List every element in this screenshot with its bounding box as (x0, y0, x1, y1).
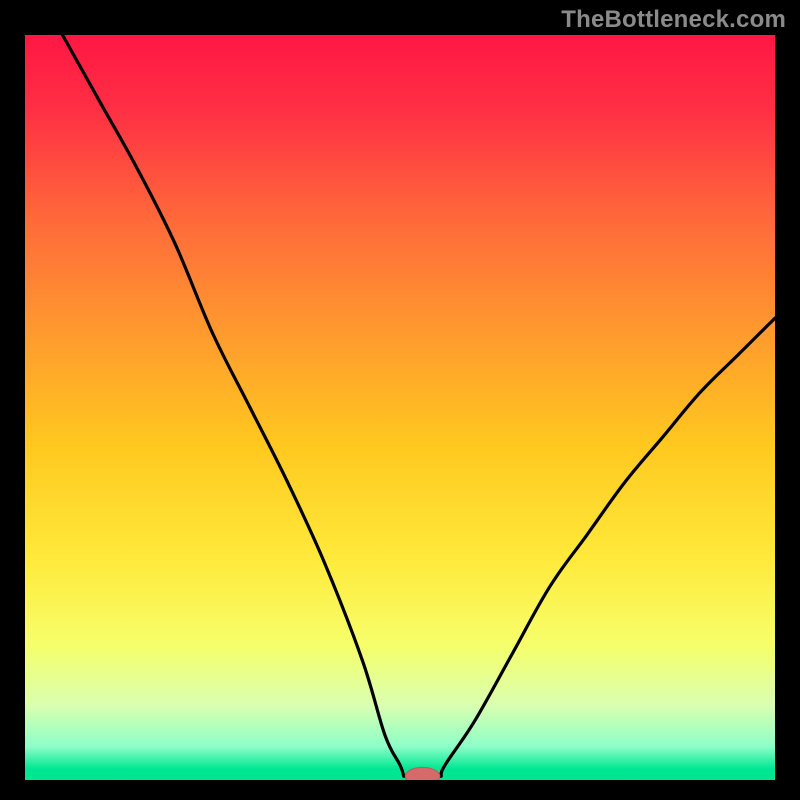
watermark-text: TheBottleneck.com (561, 6, 786, 34)
chart-svg (25, 35, 775, 780)
plot-area (25, 35, 775, 780)
chart-container: TheBottleneck.com (0, 0, 800, 800)
gradient-background (25, 35, 775, 780)
